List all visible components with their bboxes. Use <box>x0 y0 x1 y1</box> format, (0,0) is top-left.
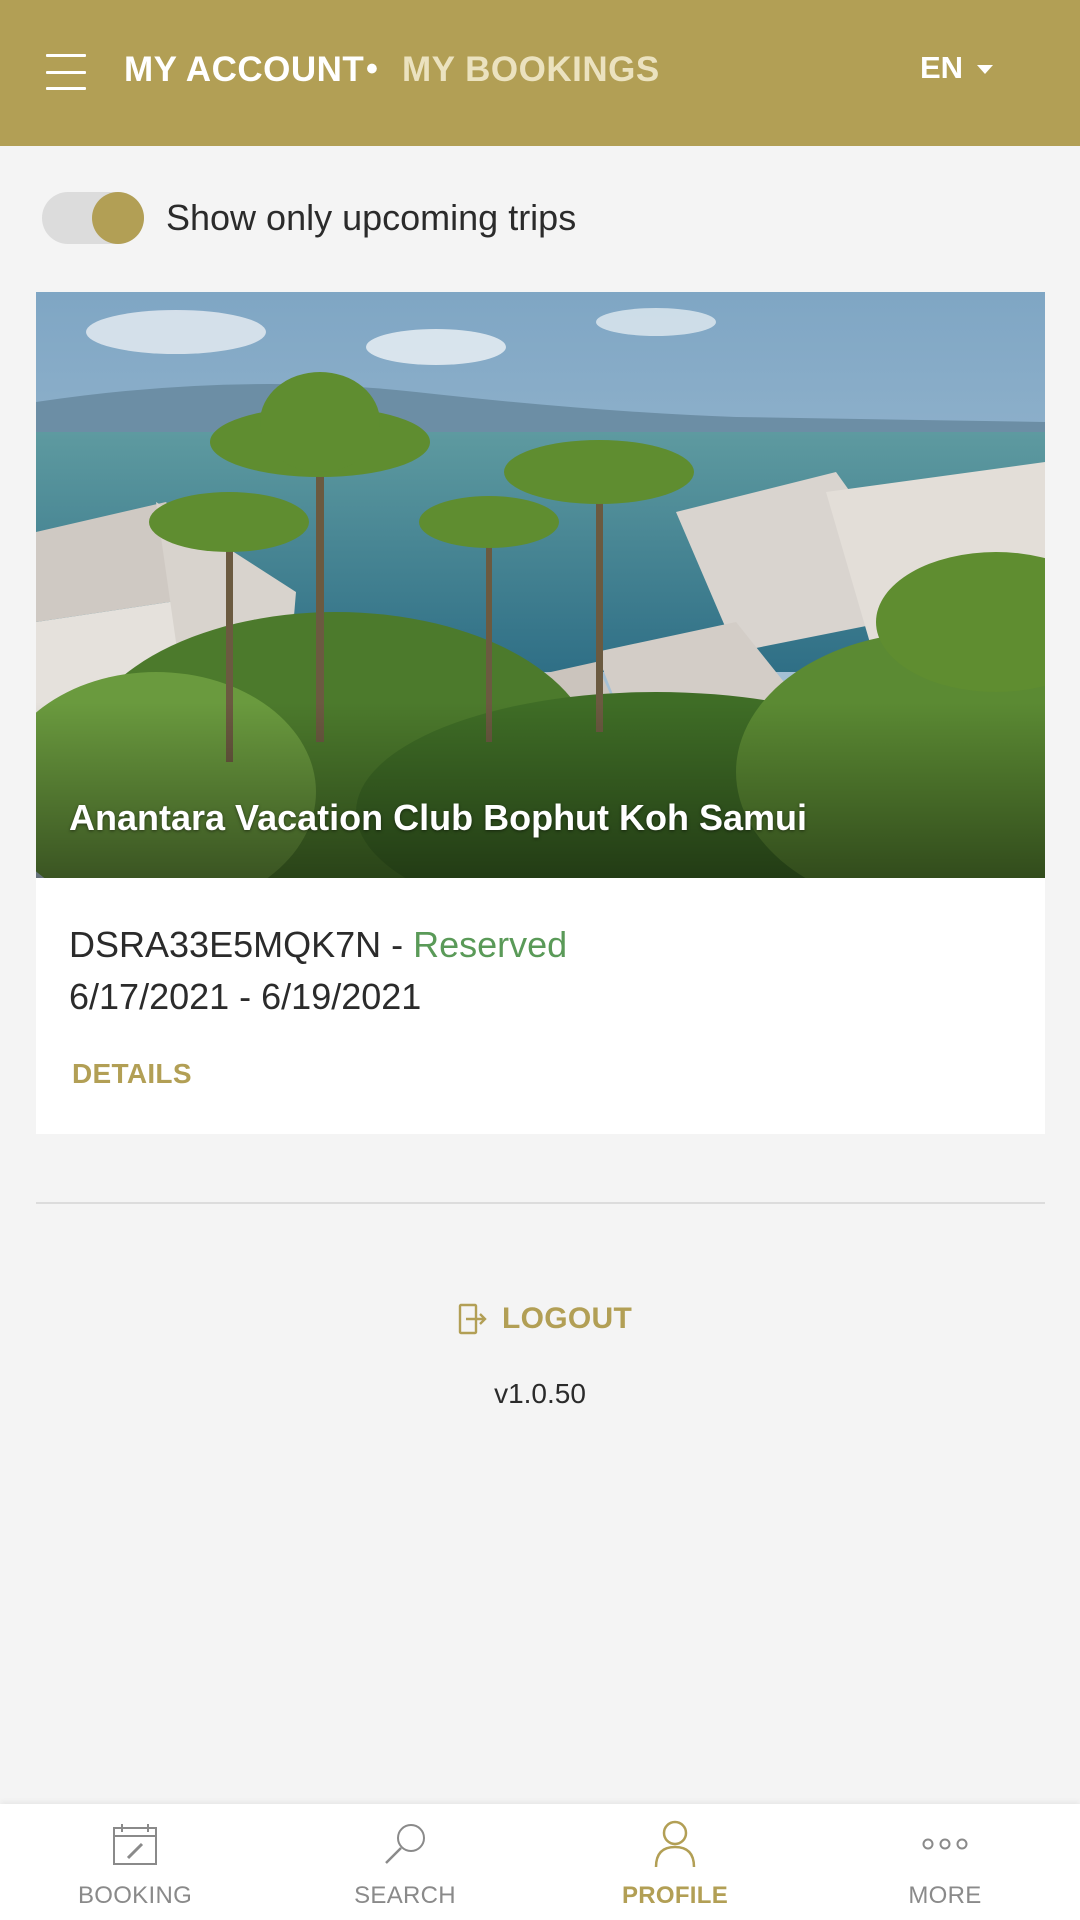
nav-label-booking: BOOKING <box>77 1882 193 1909</box>
app-version: v1.0.50 <box>494 1378 586 1409</box>
resort-illustration <box>36 292 1045 878</box>
app: MY ACCOUNT • MY BOOKINGS EN Show only up… <box>0 0 1080 1920</box>
chevron-down-icon <box>977 64 994 74</box>
nav-booking[interactable]: BOOKING <box>0 1804 270 1920</box>
calendar-edit-icon <box>113 1824 157 1865</box>
nav-label-more: MORE <box>908 1882 982 1909</box>
nav-search[interactable]: SEARCH <box>270 1804 540 1920</box>
status-badge: Reserved <box>413 924 568 965</box>
nav-profile[interactable]: PROFILE <box>540 1804 810 1920</box>
logout-icon <box>458 1303 487 1335</box>
menu-icon[interactable] <box>46 54 86 90</box>
nav-label-search: SEARCH <box>354 1882 456 1909</box>
booking-dates: 6/17/2021 - 6/19/2021 <box>69 976 422 1017</box>
booking-code: DSRA33E5MQK7N <box>69 924 382 965</box>
more-dots-icon <box>922 1838 968 1850</box>
toggle-label: Show only upcoming trips <box>166 197 577 238</box>
details-button[interactable]: DETAILS <box>72 1058 192 1090</box>
title-separator: • <box>366 50 378 88</box>
bottom-nav: BOOKING SEARCH PROFILE MORE <box>0 1804 1080 1920</box>
hotel-image: Anantara Vacation Club Bophut Koh Samui <box>36 292 1045 878</box>
nav-label-profile: PROFILE <box>621 1882 729 1909</box>
code-separator: - <box>381 924 414 965</box>
upcoming-trips-toggle[interactable] <box>42 192 144 244</box>
page-title: MY ACCOUNT <box>124 50 365 89</box>
language-selector[interactable]: EN <box>920 50 994 86</box>
nav-more[interactable]: MORE <box>810 1804 1080 1920</box>
toggle-knob <box>92 192 144 244</box>
language-label: EN <box>920 50 964 85</box>
hotel-name: Anantara Vacation Club Bophut Koh Samui <box>69 797 808 838</box>
logout-button[interactable]: LOGOUT <box>458 1302 632 1336</box>
app-header: MY ACCOUNT • MY BOOKINGS EN <box>0 0 1080 146</box>
logout-label: LOGOUT <box>502 1302 633 1335</box>
page-subtitle[interactable]: MY BOOKINGS <box>402 50 660 90</box>
search-icon <box>385 1824 425 1864</box>
user-icon <box>654 1820 696 1868</box>
booking-card: Anantara Vacation Club Bophut Koh Samui … <box>36 292 1045 1134</box>
upcoming-filter: Show only upcoming trips <box>42 192 576 244</box>
divider <box>36 1202 1045 1204</box>
booking-code-line: DSRA33E5MQK7N - Reserved <box>69 924 567 966</box>
